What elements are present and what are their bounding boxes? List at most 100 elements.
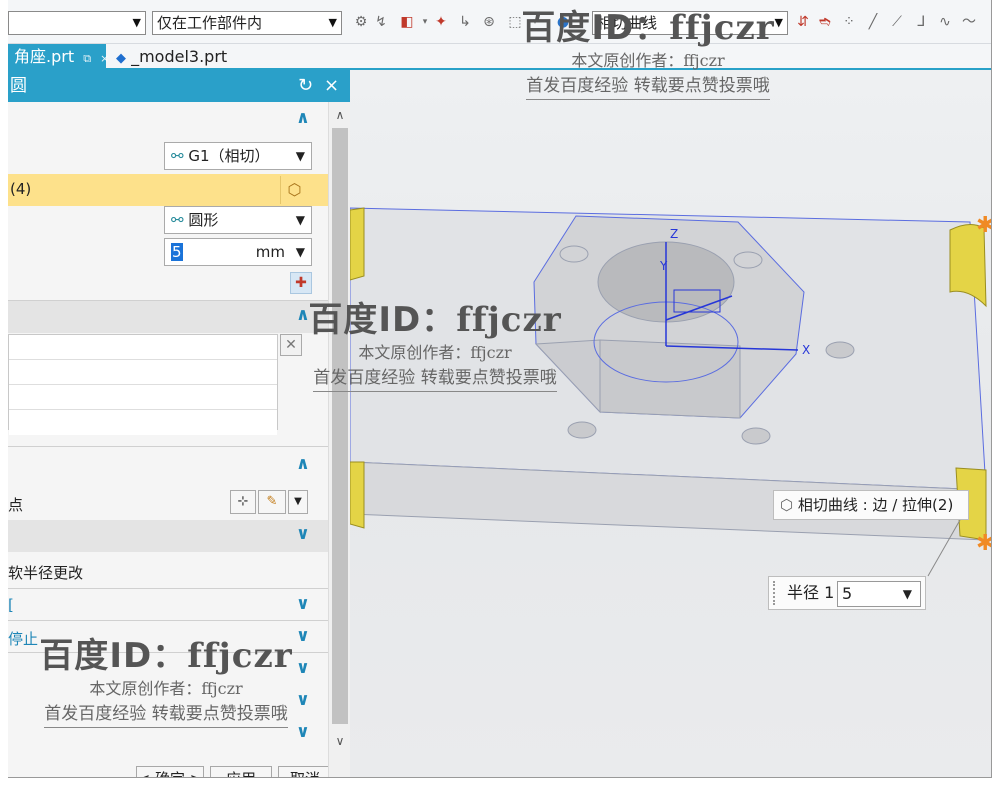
divider [8, 620, 328, 621]
close-icon[interactable]: × [324, 70, 339, 102]
list-item[interactable] [9, 335, 277, 360]
reset-icon[interactable]: ↻ [298, 70, 313, 102]
bolt-hole [567, 421, 597, 439]
continuity-select[interactable]: ⚯ G1（相切） ▼ [164, 142, 312, 170]
snap-icon[interactable]: ⚙ [352, 13, 370, 31]
chevron-down-icon[interactable]: ▾ [526, 13, 544, 31]
ok-button[interactable]: < 确定 > [136, 766, 204, 777]
tab-angle-seat[interactable]: 角座.prt ⧉ × [8, 44, 109, 70]
bolt-hole [741, 427, 771, 445]
dialog-content: ∧ ⚯ G1（相切） ▼ (4) ⬡ ⚯ 圆形 ▼ 5 mm ▼ ✚ ∧ ✕ ∧… [8, 102, 328, 777]
continuity-value: G1（相切） [188, 147, 270, 165]
collapsed-section[interactable]: ∨ [8, 520, 328, 552]
line-icon[interactable]: ╱ [864, 13, 882, 31]
chevron-down-icon: ▼ [295, 213, 305, 227]
tab-model3[interactable]: ◆ _model3.prt [110, 44, 250, 70]
collapsed-section[interactable]: ∨ [8, 718, 328, 750]
add-set-icon[interactable]: ✚ [290, 272, 312, 294]
expand-icon[interactable]: ∨ [296, 722, 310, 742]
model-canvas[interactable]: Z X Y ✱ ✱ [350, 70, 992, 778]
apply-button[interactable]: 应用 [210, 766, 272, 777]
drag-handle[interactable] [773, 581, 777, 605]
list-section-header: ∧ [8, 301, 328, 333]
curve-rule-combo[interactable]: 相切曲线 ▼ [592, 11, 788, 35]
list-item[interactable] [9, 360, 277, 385]
divider [8, 446, 328, 447]
expand-icon[interactable]: ∨ [296, 594, 310, 614]
expand-icon[interactable]: ∨ [296, 690, 310, 710]
point-dialog-icon[interactable]: ⊹ [230, 490, 256, 514]
collapsed-section[interactable]: 停止 ∨ [8, 622, 328, 654]
filter-combo[interactable]: ▼ [8, 11, 146, 35]
line2-icon[interactable]: ⟋ [888, 13, 906, 31]
point3-icon[interactable]: ⊛ [480, 13, 498, 31]
graphics-viewport[interactable]: Z X Y ✱ ✱ ⬡ 相切曲线 : 边 / 拉伸(2) 半径 1 5 ▼ [350, 70, 992, 778]
scope-combo[interactable]: 仅在工作部件内 ▼ [152, 11, 342, 35]
pin-icon[interactable]: ⧉ [83, 52, 91, 65]
solid-body-icon: ⬡ [780, 496, 798, 514]
dots-icon[interactable]: ⁘ [840, 13, 858, 31]
dialog-scrollbar[interactable]: ∧ ∨ [328, 102, 351, 777]
tooltip-text: 相切曲线 : 边 / 拉伸(2) [797, 496, 954, 514]
curve-icon[interactable]: ∿ [936, 13, 954, 31]
select-edge-icon[interactable]: ⬡ [280, 176, 308, 204]
collapsed-section[interactable]: ∨ [8, 686, 328, 718]
expand-icon[interactable]: ∨ [296, 658, 310, 678]
point-icon[interactable]: ✦ [432, 13, 450, 31]
radius-value: 5 [171, 243, 183, 261]
collapsed-section[interactable]: [ ∨ [8, 590, 328, 622]
scroll-up-icon[interactable]: ∧ [329, 108, 351, 122]
scroll-down-icon[interactable]: ∨ [329, 734, 351, 748]
radius-field-value: 5 [842, 584, 853, 603]
list-item[interactable] [9, 410, 277, 435]
curve-rule-value: 相切曲线 [597, 14, 658, 32]
point-infer-icon[interactable]: ✎ [258, 490, 286, 514]
radius-label: 半径 1 [787, 583, 835, 602]
collapse-icon[interactable]: ∧ [296, 108, 310, 128]
wave-icon[interactable]: 〜 [960, 13, 978, 31]
arrow-red-icon[interactable]: ⇵ [794, 13, 812, 31]
shape-icon: ⚯ [171, 211, 189, 229]
remove-icon[interactable]: ✕ [280, 334, 302, 356]
edge-count: (4) [10, 180, 32, 198]
select-box-icon[interactable]: ◧ [398, 13, 416, 31]
fillet-left-bottom [350, 461, 365, 529]
collapsed-section[interactable]: ∨ [8, 654, 328, 686]
sphere-icon[interactable]: ● [554, 13, 572, 31]
scroll-thumb[interactable] [332, 128, 348, 724]
continuity-icon: ⚯ [171, 147, 189, 165]
app-window: ▼ 仅在工作部件内 ▼ ⚙ ↯ ◧ ▾ ✦ ↳ ⊛ ⬚ ▾ ● 相切曲线 ▼ ⇵… [8, 0, 992, 778]
dialog-title-bar: 圆 ↻ × [8, 70, 350, 102]
dialog-title: 圆 [10, 76, 27, 96]
part-file-icon: ◆ [116, 51, 126, 66]
divider [8, 588, 328, 589]
radius-onscreen-input[interactable]: 半径 1 5 ▼ [768, 576, 926, 610]
edge-selection-row[interactable]: (4) ⬡ [8, 174, 328, 206]
hook-icon[interactable]: ᒧ [912, 13, 930, 31]
close-icon[interactable]: × [100, 52, 109, 65]
chevron-down-icon[interactable]: ▼ [288, 490, 308, 514]
chevron-down-icon: ▼ [295, 149, 305, 163]
fillet-left-top [350, 207, 365, 281]
cancel-button[interactable]: 取消 [278, 766, 328, 777]
snap2-icon[interactable]: ↯ [372, 13, 390, 31]
radius-input[interactable]: 5 mm ▼ [164, 238, 312, 266]
collapse-icon[interactable]: ∧ [296, 454, 310, 474]
box-select-icon[interactable]: ⬚ [506, 13, 524, 31]
expand-icon[interactable]: ∨ [296, 626, 310, 646]
shape-value: 圆形 [188, 211, 219, 229]
radius-field[interactable]: 5 ▼ [837, 581, 921, 607]
collapse-icon[interactable]: ∧ [296, 305, 310, 325]
expand-icon[interactable]: ∨ [296, 524, 310, 544]
shape-select[interactable]: ⚯ 圆形 ▼ [164, 206, 312, 234]
point2-icon[interactable]: ↳ [456, 13, 474, 31]
diamond-icon[interactable]: ➬ [816, 13, 834, 31]
list-item[interactable] [9, 385, 277, 410]
axis-y-label: Y [659, 259, 668, 273]
soft-radius-label: 软半径更改 [8, 564, 84, 582]
divider [8, 652, 328, 653]
axis-x-label: X [802, 343, 810, 357]
bolt-hole [825, 341, 855, 359]
point-label: 点 [8, 496, 24, 514]
edge-list[interactable] [8, 334, 278, 435]
